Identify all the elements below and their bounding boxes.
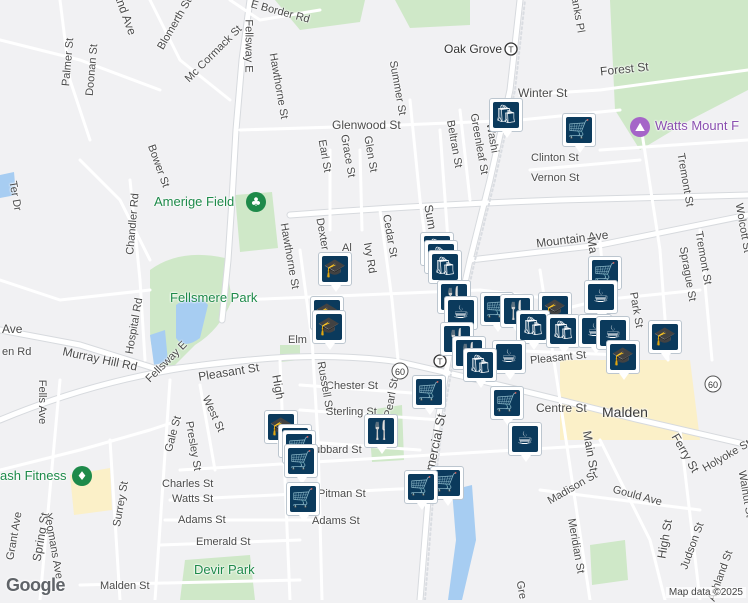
marker-coffee[interactable]: ☕ xyxy=(584,280,618,320)
marker-coffee[interactable]: ☕ xyxy=(492,340,526,380)
graduation-cap-icon: 🎓 xyxy=(610,344,636,370)
street-label-centre: Centre St xyxy=(536,401,587,415)
poi-label-watts-mount[interactable]: Watts Mount F xyxy=(655,118,739,133)
street-label-pitman: Pitman St xyxy=(318,488,366,500)
graduation-cap-icon: 🎓 xyxy=(316,314,342,340)
marker-shopping-cart[interactable]: 🛒 xyxy=(404,470,438,510)
shopping-bag-icon: 🛍 xyxy=(467,352,493,378)
poi-label-amerige-field[interactable]: Amerige Field xyxy=(154,194,234,209)
coffee-icon: ☕ xyxy=(588,284,614,310)
route-60-shield-east: 60 xyxy=(704,375,722,393)
marker-shopping-cart[interactable]: 🛒 xyxy=(286,482,320,522)
landmark-poi-icon[interactable]: ⛰ xyxy=(630,117,650,137)
poi-label-fellsmere-park[interactable]: Fellsmere Park xyxy=(170,290,257,305)
street-label-charles: Charles St xyxy=(162,478,214,490)
marker-shopping-cart[interactable]: 🛒 xyxy=(490,386,524,426)
street-label-watts: Watts St xyxy=(172,493,214,505)
coffee-icon: ☕ xyxy=(512,426,538,452)
transit-icon: T xyxy=(433,354,447,368)
transit-icon: T xyxy=(504,42,518,56)
shopping-bag-icon: 🛍 xyxy=(550,318,576,344)
graduation-cap-icon: 🎓 xyxy=(322,256,348,282)
shopping-cart-icon: 🛒 xyxy=(416,379,442,405)
marker-shopping-bag[interactable]: 🛍 xyxy=(516,310,550,350)
street-label-ave-west: Ave xyxy=(2,322,23,336)
graduation-cap-icon: 🎓 xyxy=(652,324,678,350)
marker-school[interactable]: 🎓 xyxy=(318,252,352,292)
marker-shopping-bag[interactable]: 🛍 xyxy=(546,314,580,354)
street-label-fells-ave: Fells Ave xyxy=(36,379,49,425)
map-attribution[interactable]: Map data ©2025 xyxy=(665,587,746,598)
town-label-malden: Malden xyxy=(602,404,648,420)
street-label-winter: Winter St xyxy=(518,86,568,100)
google-logo: Google xyxy=(6,575,66,595)
marker-school[interactable]: 🎓 xyxy=(606,340,640,380)
street-label-chester: Chester St xyxy=(326,380,378,392)
street-label-main-north: Ma xyxy=(583,235,601,255)
shopping-cart-icon: 🛒 xyxy=(494,390,520,416)
street-label-vernon: Vernon St xyxy=(531,172,580,184)
shopping-cart-icon: 🛒 xyxy=(566,117,592,143)
marker-school[interactable]: 🎓 xyxy=(312,310,346,350)
marker-shopping-cart[interactable]: 🛒 xyxy=(412,375,446,415)
street-label-malden-st: Malden St xyxy=(100,580,150,592)
poi-label-devir-park[interactable]: Devir Park xyxy=(194,562,255,577)
shopping-cart-icon: 🛒 xyxy=(288,448,314,474)
route-60-west-label: 60 xyxy=(395,367,405,377)
marker-school[interactable]: 🎓 xyxy=(648,320,682,360)
poi-label-fitness[interactable]: ash Fitness xyxy=(0,468,66,483)
svg-text:T: T xyxy=(508,46,514,55)
marker-shopping-cart[interactable]: 🛒 xyxy=(284,444,318,484)
restaurant-icon: 🍴 xyxy=(368,418,394,444)
street-label-en-rd: en Rd xyxy=(2,346,32,358)
shopping-bag-icon: 🛍 xyxy=(432,254,458,280)
marker-shopping-cart[interactable]: 🛒 xyxy=(562,113,596,153)
shopping-bag-icon: 🛍 xyxy=(493,102,519,128)
street-label-clinton: Clinton St xyxy=(531,152,579,164)
coffee-icon: ☕ xyxy=(496,344,522,370)
street-label-adams-east: Adams St xyxy=(312,515,360,527)
svg-text:T: T xyxy=(437,358,443,367)
park-poi-icon[interactable]: ♣ xyxy=(246,192,266,212)
route-60-shield-west: 60 xyxy=(391,362,409,380)
marker-shopping-bag[interactable]: 🛍 xyxy=(428,250,462,290)
station-label-oak-grove: Oak Grove xyxy=(444,42,503,56)
shopping-cart-icon: 🛒 xyxy=(408,474,434,500)
marker-shopping-bag[interactable]: 🛍 xyxy=(489,98,523,138)
street-label-glenwood: Glenwood St xyxy=(332,118,401,132)
shopping-cart-icon: 🛒 xyxy=(290,486,316,512)
street-label-emerald: Emerald St xyxy=(196,536,251,548)
street-label-elm: Elm xyxy=(288,334,307,346)
marker-shopping-bag[interactable]: 🛍 xyxy=(463,348,497,388)
shopping-bag-icon: 🛍 xyxy=(520,314,546,340)
fitness-poi-icon[interactable]: ♦ xyxy=(72,466,92,486)
street-label-adams-west: Adams St xyxy=(178,514,226,526)
route-60-east-label: 60 xyxy=(708,380,718,390)
street-label-fellsway-north: Fellsway E xyxy=(242,19,255,73)
marker-coffee[interactable]: ☕ xyxy=(508,422,542,462)
marker-restaurant[interactable]: 🍴 xyxy=(364,414,398,454)
